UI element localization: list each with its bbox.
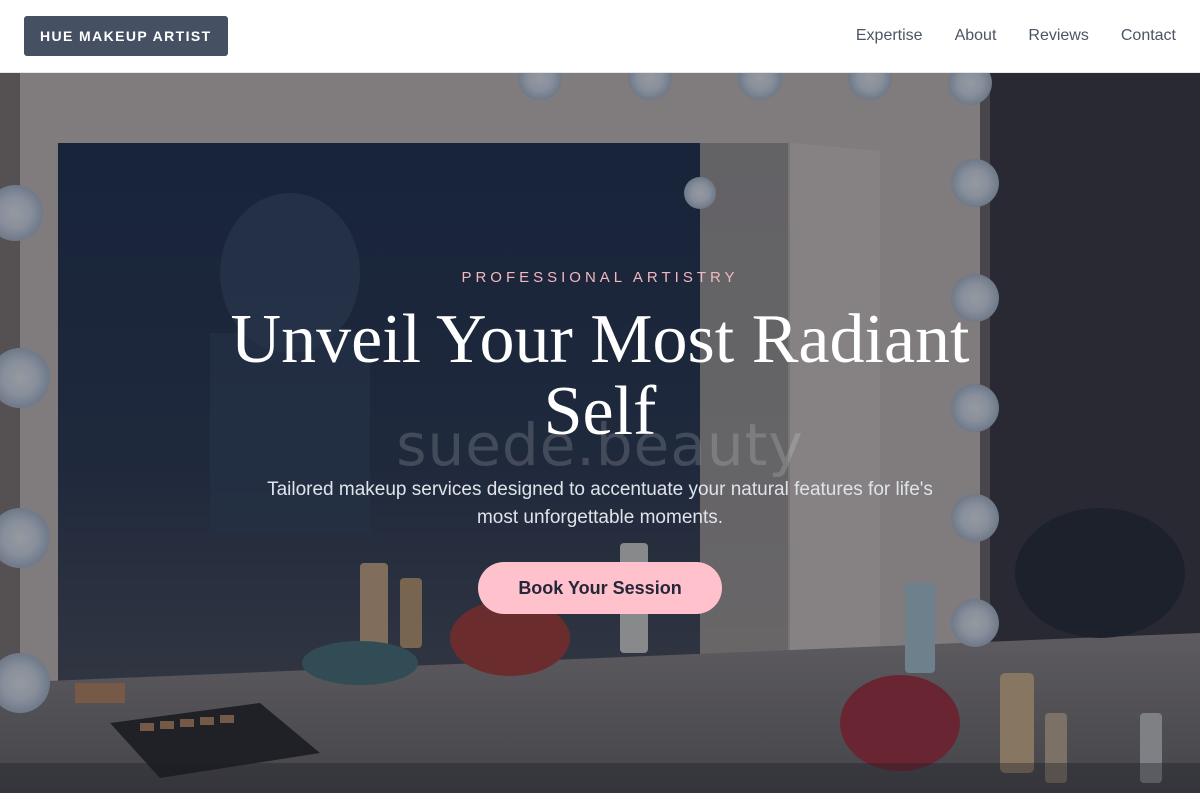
hero-eyebrow: PROFESSIONAL ARTISTRY [461, 269, 739, 286]
hero-title: Unveil Your Most Radiant Self [230, 301, 970, 450]
nav-link-contact[interactable]: Contact [1121, 27, 1176, 45]
nav-link-expertise[interactable]: Expertise [856, 27, 923, 45]
book-session-button[interactable]: Book Your Session [478, 562, 722, 614]
hero-content: PROFESSIONAL ARTISTRY Unveil Your Most R… [0, 269, 1200, 614]
hero-section: suede.beauty PROFESSIONAL ARTISTRY Unvei… [0, 73, 1200, 793]
hero-subtitle: Tailored makeup services designed to acc… [267, 479, 933, 528]
site-header: HUE MAKEUP ARTIST Expertise About Review… [0, 0, 1200, 73]
main-nav: Expertise About Reviews Contact [856, 27, 1176, 45]
nav-link-reviews[interactable]: Reviews [1028, 27, 1088, 45]
brand-logo[interactable]: HUE MAKEUP ARTIST [24, 16, 228, 56]
page-bottom-strip [0, 793, 1200, 800]
nav-link-about[interactable]: About [955, 27, 997, 45]
